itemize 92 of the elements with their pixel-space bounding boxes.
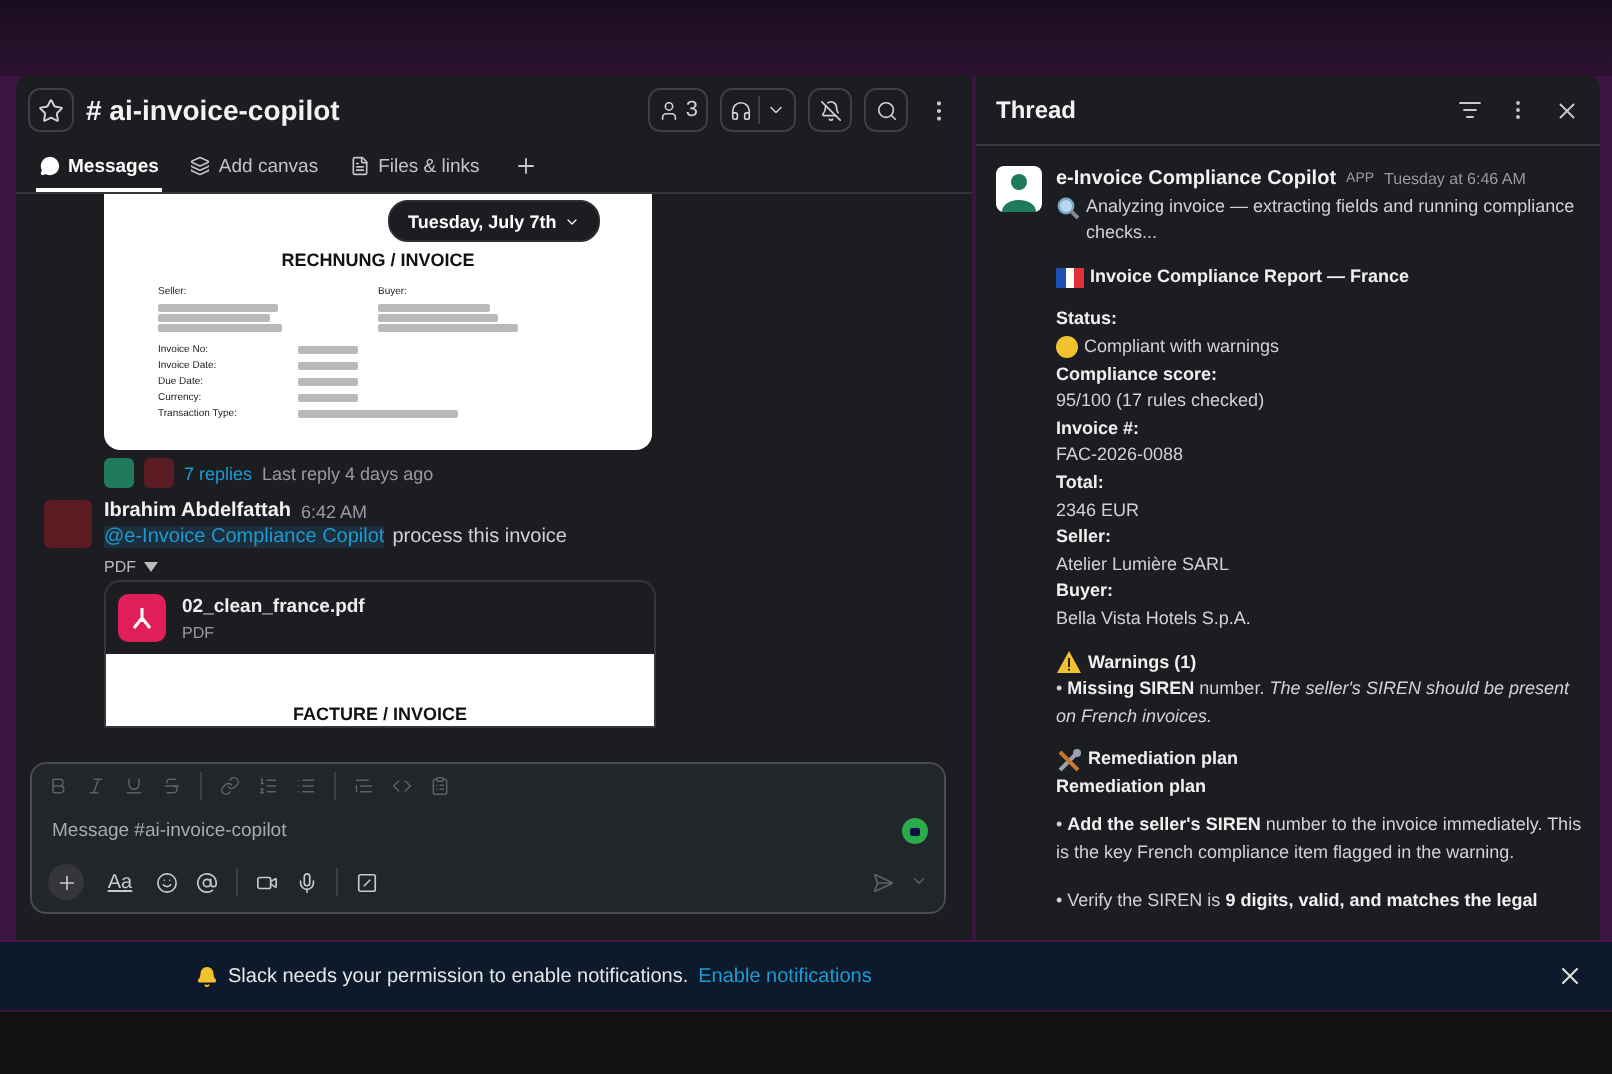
shortcuts-icon — [356, 871, 378, 893]
canvas-icon — [190, 156, 211, 176]
speech-bubble-icon — [40, 156, 60, 176]
french-flag-icon — [1056, 267, 1084, 288]
field-value: FAC-2026-0088 — [1056, 442, 1184, 469]
send-icon — [872, 871, 894, 893]
close-icon — [1556, 962, 1584, 990]
field-label: Invoice #: — [1056, 415, 1140, 442]
formatting-button[interactable]: Aa — [102, 860, 138, 904]
last-reply-text: Last reply 4 days ago — [262, 463, 434, 483]
file-type: PDF — [182, 623, 216, 641]
huddle-button[interactable] — [720, 88, 796, 132]
channel-title: # ai-invoice-copilot — [86, 94, 342, 126]
strikethrough-icon — [162, 776, 182, 796]
close-icon — [1553, 97, 1579, 123]
members-button[interactable]: 3 — [647, 88, 708, 132]
bell-icon — [196, 965, 218, 987]
blurred-text-drawing — [158, 302, 282, 334]
thread-title: Thread — [996, 96, 1079, 124]
enable-notifications-link[interactable]: Enable notifications — [698, 965, 872, 987]
bullet-text: • Add the seller's SIREN number to the invoice immediately. This is the key French compliance item flagged in the warning. — [1056, 812, 1584, 867]
report-heading: Invoice Compliance Report — France — [1090, 263, 1410, 290]
bot-status-icon — [902, 817, 928, 843]
filter-icon — [1458, 98, 1482, 122]
video-icon — [256, 871, 278, 893]
field-value: Atelier Lumière SARL — [1056, 551, 1230, 578]
message-text: Analyzing invoice — extracting fields and running compliance checks... — [1086, 193, 1577, 247]
message-time: Tuesday at 6:46 AM — [1384, 168, 1526, 192]
field-label: Compliance score: — [1056, 361, 1218, 388]
field-value: 2346 EUR — [1056, 497, 1140, 524]
file-icon — [350, 156, 371, 176]
app-avatar — [996, 166, 1042, 212]
date-divider-button[interactable]: Tuesday, July 7th — [388, 200, 601, 242]
bell-icon — [819, 99, 841, 121]
numbered-list-icon — [258, 776, 278, 796]
mention-icon — [196, 871, 218, 893]
message-text: process this invoice — [392, 526, 567, 548]
plus-icon — [513, 154, 538, 178]
bold-icon — [48, 776, 68, 796]
field-label: Total: — [1056, 469, 1104, 496]
document-preview: FACTURE / INVOICE — [106, 654, 654, 726]
banner-text: Slack needs your permission to enable notifications. — [228, 965, 689, 987]
underline-icon — [124, 776, 144, 796]
clipboard-icon — [430, 776, 450, 796]
person-icon — [657, 99, 680, 121]
file-card[interactable]: 02_clean_france.pdf PDF FACTURE / INVOICE — [104, 580, 656, 728]
star-icon — [38, 97, 64, 123]
pdf-icon — [118, 594, 166, 642]
attach-button[interactable] — [48, 864, 84, 900]
warning-icon — [1056, 650, 1082, 675]
bulleted-list-icon — [296, 776, 316, 796]
field-label: Status: — [1056, 306, 1118, 333]
status-text: Compliant with warnings — [1084, 333, 1280, 360]
app-avatar — [104, 458, 134, 488]
field-label: Buyer: — [1056, 578, 1114, 605]
search-button[interactable] — [864, 88, 908, 132]
plus-icon — [55, 871, 77, 893]
tab[interactable]: Add canvas — [186, 144, 323, 192]
emoji-icon — [156, 871, 178, 893]
warnings-heading: Warnings (1) — [1088, 649, 1197, 676]
user-avatar — [44, 500, 92, 548]
mention-link[interactable]: @e-Invoice Compliance Copilot — [104, 526, 385, 548]
field-label: Seller: — [1056, 524, 1112, 551]
link-icon — [220, 776, 240, 796]
author-name: Ibrahim Abdelfattah — [104, 500, 292, 522]
field-value: 95/100 (17 rules checked) — [1056, 388, 1265, 415]
microphone-icon — [296, 871, 318, 893]
message-time: 6:42 AM — [301, 501, 368, 521]
author-name: e-Invoice Compliance Copilot — [1056, 166, 1337, 194]
tab[interactable]: Files & links — [346, 144, 484, 192]
blurred-text-drawing — [378, 302, 518, 334]
search-icon — [875, 99, 897, 121]
tools-icon — [1056, 747, 1082, 774]
message-input[interactable]: Message #ai-invoice-copilot — [48, 817, 892, 843]
field-label: Remediation plan — [1056, 773, 1207, 800]
headphones-icon — [730, 99, 752, 121]
bullet-text: • Verify the SIREN is 9 digits, valid, and matches the legal — [1056, 887, 1540, 914]
replies-link[interactable]: 7 replies — [184, 463, 253, 483]
quote-icon — [354, 776, 374, 796]
remediation-heading: Remediation plan — [1088, 746, 1239, 773]
magnifier-icon — [1056, 195, 1080, 220]
star-button[interactable] — [28, 88, 74, 132]
field-value: Bella Vista Hotels S.p.A. — [1056, 605, 1251, 632]
bullet-text: • Missing SIREN number. The seller's SIREN should be present on French invoices. — [1056, 676, 1572, 730]
document-title: RECHNUNG / INVOICE — [281, 250, 475, 270]
notifications-button[interactable] — [808, 88, 852, 132]
attachment-toggle[interactable]: PDF — [104, 552, 567, 580]
italic-icon — [86, 776, 106, 796]
code-icon — [392, 776, 412, 796]
user-avatar — [144, 458, 174, 488]
caret-icon — [144, 561, 158, 571]
file-name: 02_clean_france.pdf — [182, 595, 365, 617]
